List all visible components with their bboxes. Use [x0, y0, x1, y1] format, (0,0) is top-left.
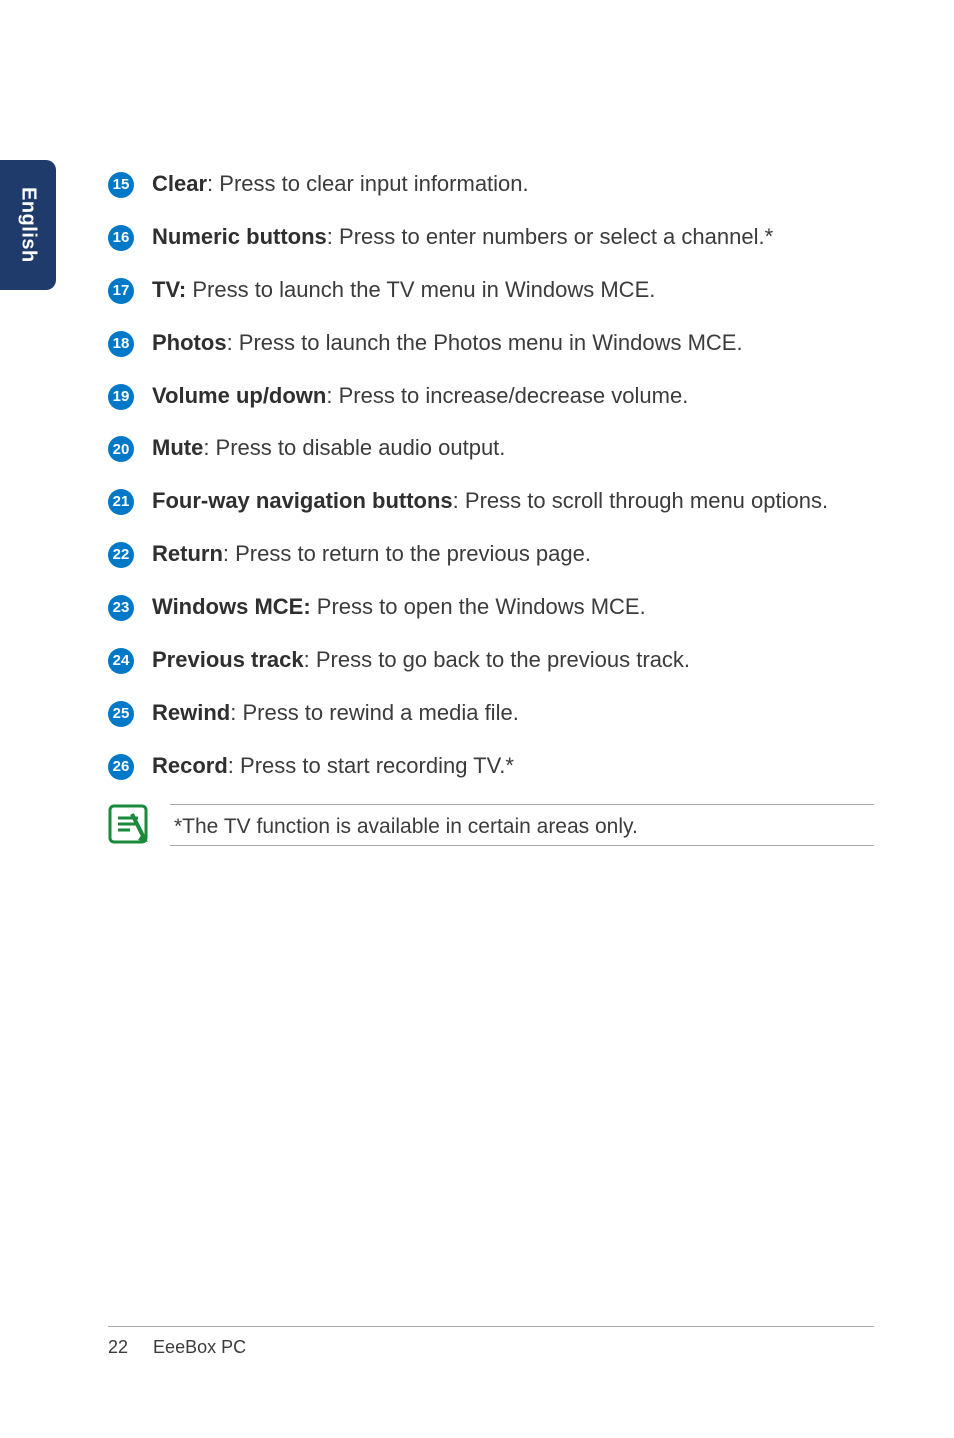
- item-number-badge: 24: [108, 648, 134, 674]
- item-description: : Press to clear input information.: [207, 171, 529, 196]
- item-text: Windows MCE: Press to open the Windows M…: [152, 591, 874, 623]
- item-number-badge: 20: [108, 436, 134, 462]
- item-term: Windows MCE:: [152, 594, 311, 619]
- item-text: Four-way navigation buttons: Press to sc…: [152, 485, 874, 517]
- item-number-badge: 26: [108, 754, 134, 780]
- list-item: 24 Previous track: Press to go back to th…: [108, 644, 874, 676]
- item-text: Return: Press to return to the previous …: [152, 538, 874, 570]
- item-number-badge: 17: [108, 278, 134, 304]
- note-row: *The TV function is available in certain…: [108, 804, 874, 846]
- item-term: Mute: [152, 435, 203, 460]
- page-footer: 22 EeeBox PC: [108, 1326, 874, 1358]
- item-term: Previous track: [152, 647, 304, 672]
- item-number-badge: 16: [108, 225, 134, 251]
- item-description: : Press to rewind a media file.: [230, 700, 519, 725]
- item-description: Press to launch the TV menu in Windows M…: [186, 277, 655, 302]
- item-number-badge: 21: [108, 489, 134, 515]
- item-term: Volume up/down: [152, 383, 326, 408]
- item-description: Press to open the Windows MCE.: [311, 594, 646, 619]
- item-term: Photos: [152, 330, 227, 355]
- item-text: Mute: Press to disable audio output.: [152, 432, 874, 464]
- item-number-badge: 15: [108, 172, 134, 198]
- page-number: 22: [108, 1337, 128, 1357]
- item-description: : Press to scroll through menu options.: [453, 488, 828, 513]
- list-item: 20 Mute: Press to disable audio output.: [108, 432, 874, 464]
- list-item: 18 Photos: Press to launch the Photos men…: [108, 327, 874, 359]
- item-number-badge: 18: [108, 331, 134, 357]
- footer-title: EeeBox PC: [153, 1337, 246, 1357]
- language-tab-label: English: [17, 187, 40, 263]
- item-description: : Press to launch the Photos menu in Win…: [227, 330, 743, 355]
- item-term: TV:: [152, 277, 186, 302]
- item-text: Numeric buttons: Press to enter numbers …: [152, 221, 874, 253]
- list-item: 21 Four-way navigation buttons: Press to …: [108, 485, 874, 517]
- item-description: : Press to start recording TV.*: [228, 753, 514, 778]
- list-item: 26 Record: Press to start recording TV.*: [108, 750, 874, 782]
- item-number-badge: 23: [108, 595, 134, 621]
- list-item: 16 Numeric buttons: Press to enter number…: [108, 221, 874, 253]
- item-text: Volume up/down: Press to increase/decrea…: [152, 380, 874, 412]
- list-item: 15 Clear: Press to clear input informatio…: [108, 168, 874, 200]
- list-item: 19 Volume up/down: Press to increase/decr…: [108, 380, 874, 412]
- item-text: Record: Press to start recording TV.*: [152, 750, 874, 782]
- item-text: Rewind: Press to rewind a media file.: [152, 697, 874, 729]
- item-term: Record: [152, 753, 228, 778]
- item-term: Rewind: [152, 700, 230, 725]
- note-text: *The TV function is available in certain…: [170, 811, 874, 845]
- item-term: Four-way navigation buttons: [152, 488, 453, 513]
- item-description: : Press to go back to the previous track…: [304, 647, 690, 672]
- item-text: Clear: Press to clear input information.: [152, 168, 874, 200]
- item-text: Previous track: Press to go back to the …: [152, 644, 874, 676]
- content-list: 15 Clear: Press to clear input informatio…: [108, 168, 874, 846]
- list-item: 25 Rewind: Press to rewind a media file.: [108, 697, 874, 729]
- list-item: 17 TV: Press to launch the TV menu in Win…: [108, 274, 874, 306]
- item-number-badge: 22: [108, 542, 134, 568]
- language-tab: English: [0, 160, 56, 290]
- item-description: : Press to enter numbers or select a cha…: [327, 224, 773, 249]
- item-text: TV: Press to launch the TV menu in Windo…: [152, 274, 874, 306]
- item-text: Photos: Press to launch the Photos menu …: [152, 327, 874, 359]
- note-icon: [108, 804, 148, 844]
- item-description: : Press to return to the previous page.: [223, 541, 591, 566]
- item-description: : Press to increase/decrease volume.: [326, 383, 688, 408]
- item-number-badge: 25: [108, 701, 134, 727]
- divider: [170, 845, 874, 846]
- list-item: 23 Windows MCE: Press to open the Windows…: [108, 591, 874, 623]
- note-text-container: *The TV function is available in certain…: [170, 804, 874, 846]
- list-item: 22 Return: Press to return to the previou…: [108, 538, 874, 570]
- divider: [170, 804, 874, 805]
- item-term: Numeric buttons: [152, 224, 327, 249]
- item-description: : Press to disable audio output.: [203, 435, 505, 460]
- item-number-badge: 19: [108, 384, 134, 410]
- item-term: Return: [152, 541, 223, 566]
- item-term: Clear: [152, 171, 207, 196]
